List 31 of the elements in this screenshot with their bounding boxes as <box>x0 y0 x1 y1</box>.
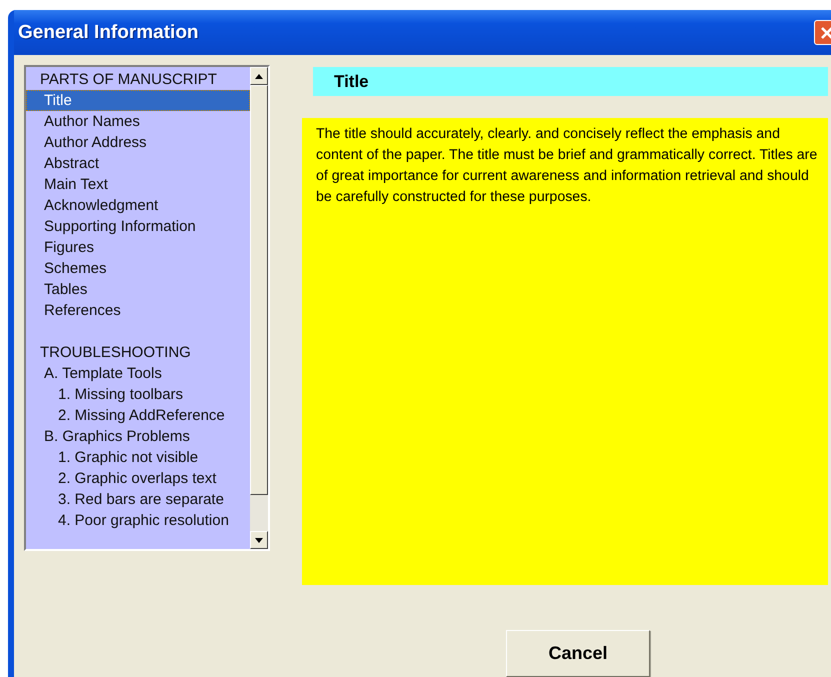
list-item[interactable]: A. Template Tools <box>26 363 250 384</box>
list-item[interactable]: Title <box>26 90 250 111</box>
close-icon <box>820 26 831 40</box>
list-item[interactable]: B. Graphics Problems <box>26 426 250 447</box>
scroll-up-button[interactable] <box>250 67 268 85</box>
scroll-down-button[interactable] <box>250 531 268 549</box>
topic-list[interactable] <box>24 65 270 551</box>
cancel-button[interactable]: Cancel <box>506 630 650 677</box>
list-item[interactable]: Schemes <box>26 258 250 279</box>
list-item[interactable]: Author Address <box>26 132 250 153</box>
list-item[interactable]: Supporting Information <box>26 216 250 237</box>
up-arrow-icon <box>255 74 263 78</box>
list-item[interactable]: Abstract <box>26 153 250 174</box>
list-item[interactable]: Main Text <box>26 174 250 195</box>
topic-heading: Title <box>313 67 828 96</box>
list-item[interactable]: 2. Graphic overlaps text <box>26 468 250 489</box>
list-item[interactable]: 4. Poor graphic resolution <box>26 510 250 531</box>
down-arrow-icon <box>255 538 263 542</box>
list-heading[interactable]: PARTS OF MANUSCRIPT <box>26 69 250 90</box>
list-item[interactable]: References <box>26 300 250 321</box>
window-title: General Information <box>18 22 199 44</box>
list-heading[interactable]: TROUBLESHOOTING <box>26 342 250 363</box>
list-item[interactable]: Tables <box>26 279 250 300</box>
list-item[interactable]: 2. Missing AddReference <box>26 405 250 426</box>
topic-text: The title should accurately, clearly. and concisely reflect the emphasis and content of the paper. The title must be brief and grammatically correct. Titles are of great importance for current awareness and information retrieval and should be carefully constructed for these purposes. <box>316 125 818 207</box>
list-item[interactable]: Acknowledgment <box>26 195 250 216</box>
list-item[interactable]: Author Names <box>26 111 250 132</box>
list-item[interactable]: 3. Red bars are separate <box>26 489 250 510</box>
list-item[interactable]: 1. Missing toolbars <box>26 384 250 405</box>
list-item[interactable]: Figures <box>26 237 250 258</box>
list-item[interactable]: 1. Graphic not visible <box>26 447 250 468</box>
